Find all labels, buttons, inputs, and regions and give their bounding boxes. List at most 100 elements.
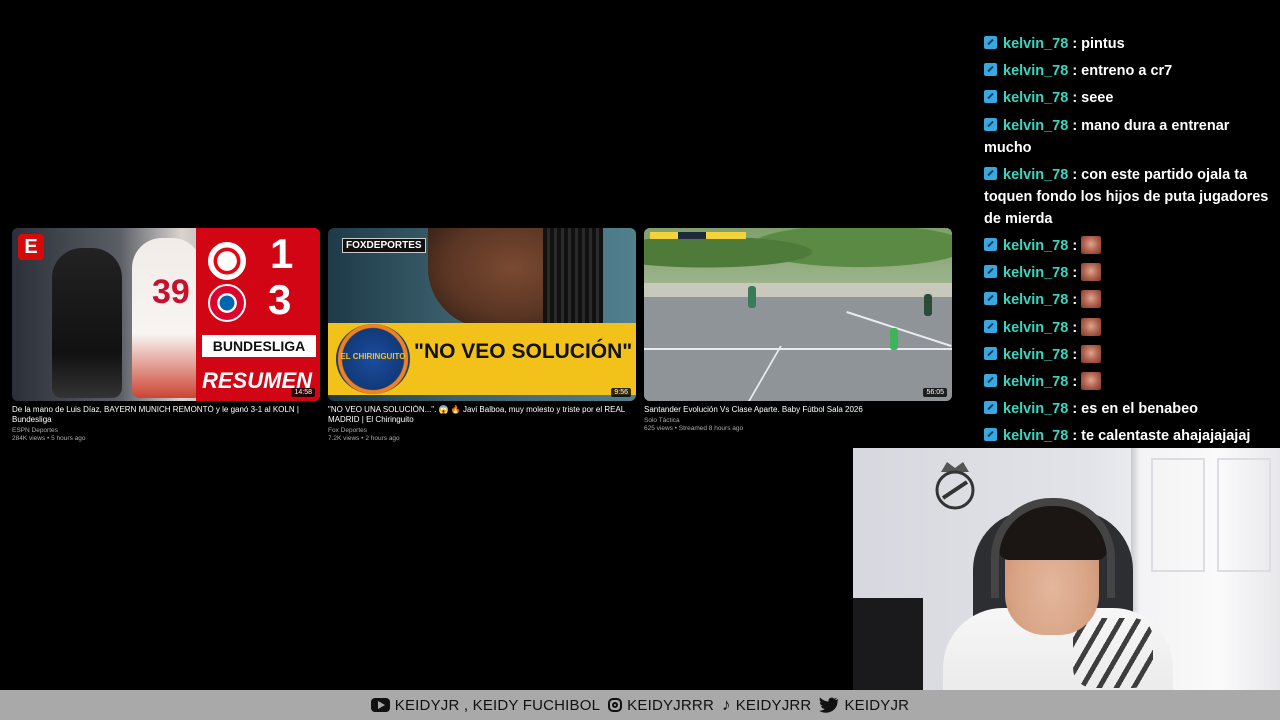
chat-separator: : [1072, 428, 1078, 445]
chat-badge-icon [984, 265, 997, 279]
upload-age: 5 hours ago [45, 435, 85, 442]
video-thumbnail[interactable]: FOXDEPORTES EL CHIRINGUITO "NO VEO SOLUC… [328, 228, 636, 401]
video-thumbnail[interactable]: 39 E 1 3 BUNDESLIGA RESUMEN 14:58 [12, 228, 320, 401]
tiktok-handle-text: KEIDYJRR [735, 696, 812, 714]
chat-username: kelvin_78 [1003, 428, 1069, 445]
chat-badge-icon [984, 63, 997, 77]
chat-text: es en el benabeo [1081, 401, 1199, 418]
video-duration: 9:56 [611, 388, 631, 397]
video-duration: 14:58 [291, 388, 315, 397]
score-home: 1 [270, 230, 294, 277]
badge-label: EL CHIRINGUITO [340, 352, 406, 361]
chat-message: kelvin_78: [984, 317, 1276, 339]
instagram-handle-text: KEIDYJRRR [627, 696, 714, 714]
chat-username: kelvin_78 [1003, 265, 1069, 282]
door-panel [1217, 458, 1271, 572]
tiktok-handle: ♪ KEIDYJRR [722, 695, 811, 715]
video-card[interactable]: 56:05 Santander Evolución Vs Clase Apart… [644, 228, 952, 432]
tiktok-icon: ♪ [721, 695, 731, 714]
chat-text: te calentaste ahajajajajaj [1081, 428, 1251, 445]
chat-message: kelvin_78: te calentaste ahajajajajaj [984, 425, 1276, 447]
chat-username: kelvin_78 [1003, 237, 1069, 254]
video-duration: 56:05 [923, 388, 947, 397]
chat-separator: : [1072, 319, 1078, 336]
chat-username: kelvin_78 [1003, 319, 1069, 336]
chat-separator: : [1072, 401, 1078, 418]
chat-text: entreno a cr7 [1081, 63, 1173, 80]
jersey-number: 39 [152, 273, 190, 311]
chat-username: kelvin_78 [1003, 401, 1069, 418]
chat-badge-icon [984, 237, 997, 251]
player-figure [132, 238, 202, 398]
view-count: 284K views [12, 435, 46, 442]
bayern-crest-icon [208, 284, 246, 322]
chat-message: kelvin_78: pintus [984, 33, 1276, 55]
twitter-icon [819, 697, 839, 713]
chat-badge-icon [984, 36, 997, 49]
chat-username: kelvin_78 [1003, 346, 1069, 363]
headset [991, 498, 1115, 598]
chat-message: kelvin_78: seee [984, 87, 1276, 109]
shirt-stripes [1073, 618, 1153, 688]
video-card[interactable]: 39 E 1 3 BUNDESLIGA RESUMEN 14:58 De la … [12, 228, 320, 442]
youtube-handle: KEIDYJR , KEIDY FUCHIBOL [370, 696, 601, 714]
upload-age: 2 hours ago [359, 435, 399, 442]
chat-badge-icon [984, 292, 997, 306]
instagram-icon [608, 698, 623, 712]
chat-username: kelvin_78 [1003, 292, 1069, 309]
video-grid: 39 E 1 3 BUNDESLIGA RESUMEN 14:58 De la … [12, 228, 953, 448]
channel-name[interactable]: ESPN Deportes [12, 427, 320, 434]
video-card[interactable]: FOXDEPORTES EL CHIRINGUITO "NO VEO SOLUC… [328, 228, 636, 442]
chat-separator: : [1072, 346, 1078, 363]
speaker-object [853, 598, 923, 690]
view-count: 625 views [644, 425, 673, 432]
espn-logo-icon: E [18, 234, 44, 260]
chat-username: kelvin_78 [1003, 166, 1069, 183]
chat-text: pintus [1081, 36, 1125, 52]
chat-text: seee [1081, 90, 1114, 107]
chat-emote-icon [1081, 263, 1102, 282]
chat-message: kelvin_78: mano dura a entrenar mucho [984, 115, 1276, 159]
youtube-handle-text: KEIDYJR , KEIDY FUCHIBOL [394, 696, 601, 714]
video-title[interactable]: Santander Evolución Vs Clase Aparte. Bab… [644, 405, 952, 415]
chat-badge-icon [984, 166, 997, 180]
chat-username: kelvin_78 [1003, 63, 1069, 80]
player-figure [890, 328, 898, 350]
thumb-quote: "NO VEO SOLUCIÓN" [414, 340, 633, 363]
chat-username: kelvin_78 [1003, 36, 1069, 52]
channel-name[interactable]: Fox Deportes [328, 427, 636, 434]
video-title[interactable]: De la mano de Luis Díaz, BAYERN MUNICH R… [12, 405, 320, 425]
chat-emote-icon [1081, 235, 1102, 254]
chat-overlay: kelvin_78: pintus kelvin_78: entreno a cr7 k… [984, 33, 1276, 452]
chat-badge-icon [984, 401, 997, 415]
chat-separator: : [1072, 90, 1078, 107]
court-line [644, 348, 952, 350]
chat-separator: : [1072, 63, 1078, 80]
league-label: BUNDESLIGA [202, 335, 316, 357]
player-figure [52, 248, 122, 398]
chiringuito-badge-icon: EL CHIRINGUITO [336, 324, 410, 394]
youtube-icon [370, 698, 390, 712]
twitter-handle-text: KEIDYJR [844, 696, 910, 714]
video-thumbnail[interactable]: 56:05 [644, 228, 952, 401]
chat-badge-icon [984, 90, 997, 104]
video-meta: 284K views5 hours ago [12, 435, 320, 442]
video-title[interactable]: "NO VEO UNA SOLUCIÓN...". 😱 🔥 Javi Balbo… [328, 405, 636, 425]
chat-message: kelvin_78: [984, 371, 1276, 393]
channel-name[interactable]: Solo Táctica [644, 417, 952, 424]
chat-separator: : [1072, 36, 1078, 52]
chat-badge-icon [984, 428, 997, 442]
chat-message: kelvin_78: entreno a cr7 [984, 60, 1276, 82]
real-madrid-crest-icon [935, 462, 975, 510]
view-count: 7.2K views [328, 435, 360, 442]
chat-emote-icon [1081, 371, 1102, 390]
chat-message: kelvin_78: [984, 344, 1276, 366]
upload-age: Streamed 8 hours ago [673, 425, 743, 432]
chat-emote-icon [1081, 290, 1102, 309]
scoreboard-overlay [678, 232, 706, 239]
chat-message: kelvin_78: con este partido ojala ta toqu… [984, 164, 1276, 230]
chat-username: kelvin_78 [1003, 90, 1069, 107]
video-meta: 7.2K views2 hours ago [328, 435, 636, 442]
chat-message: kelvin_78: [984, 235, 1276, 257]
chat-separator: : [1072, 237, 1078, 254]
